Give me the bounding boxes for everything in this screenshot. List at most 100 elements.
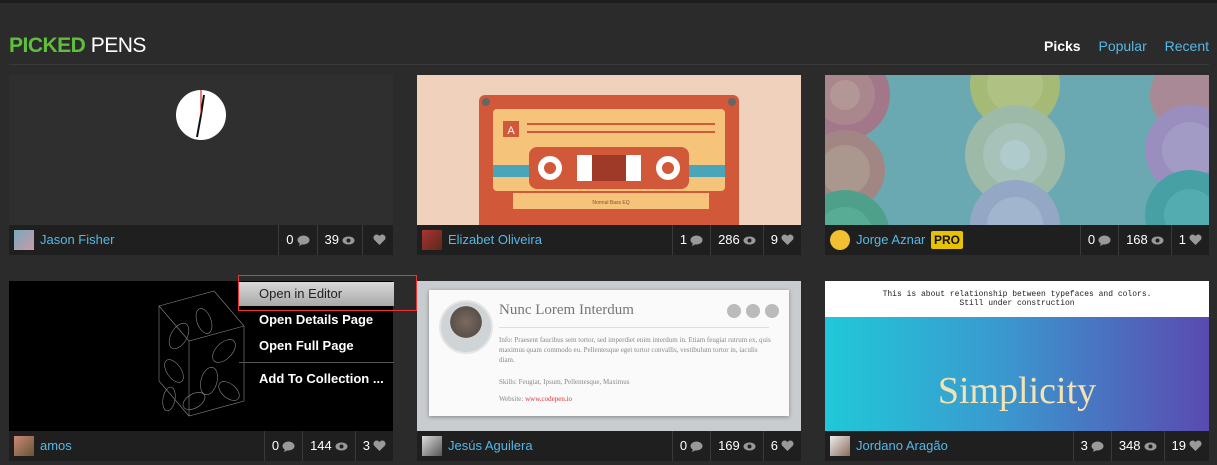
comments-value: 0 [1087, 232, 1096, 247]
preview-note: This is about relationship between typef… [825, 290, 1209, 308]
author-link[interactable]: Jesús Aguilera [448, 431, 533, 461]
avatar[interactable] [422, 436, 442, 456]
views-value: 168 [1126, 232, 1148, 247]
pen-stats: 3 348 19 [1072, 431, 1209, 461]
pen-stats: 0 39 [278, 225, 393, 255]
pen-card: Nunc Lorem Interdum Info: Praesent fauci… [417, 281, 801, 461]
pen-stats: 0 169 6 [671, 431, 801, 461]
heart-icon [1189, 234, 1202, 245]
avatar[interactable] [14, 230, 34, 250]
profile-website: Website: www.codepen.io [499, 395, 572, 403]
menu-open-full-page[interactable]: Open Full Page [239, 334, 394, 358]
views-count[interactable]: 144 [302, 431, 355, 461]
heart-icon [781, 234, 794, 245]
comment-icon [1098, 235, 1111, 246]
facebook-icon[interactable] [765, 304, 779, 318]
views-value: 39 [324, 232, 339, 247]
tab-popular[interactable]: Popular [1098, 38, 1146, 54]
heart-button[interactable]: 9 [762, 225, 801, 255]
comments-count[interactable]: 3 [1072, 431, 1111, 461]
clock-preview [176, 90, 226, 140]
views-count[interactable]: 39 [316, 225, 362, 255]
comments-value: 3 [1080, 438, 1088, 453]
heart-button[interactable]: 19 [1163, 431, 1209, 461]
website-link[interactable]: www.codepen.io [525, 395, 572, 403]
heart-icon [1189, 440, 1202, 451]
pen-preview[interactable]: A Normal Bass EQ [417, 75, 801, 225]
profile-photo [439, 300, 493, 354]
profile-divider [499, 327, 769, 328]
views-value: 169 [718, 438, 740, 453]
header-divider [9, 64, 1209, 65]
views-count[interactable]: 168 [1118, 225, 1171, 255]
heart-button[interactable]: 1 [1170, 225, 1209, 255]
pen-stats: 0 168 1 [1079, 225, 1209, 255]
comments-count[interactable]: 0 [278, 225, 316, 255]
views-value: 286 [718, 232, 740, 247]
author-link[interactable]: Jason Fisher [40, 225, 114, 255]
youtube-icon[interactable] [727, 304, 741, 318]
context-menu: Open in Editor Open Details Page Open Fu… [239, 275, 394, 386]
tab-recent[interactable]: Recent [1165, 38, 1209, 54]
title-bold: PICKED [9, 34, 86, 57]
heart-button[interactable]: 6 [762, 431, 801, 461]
author-link[interactable]: Elizabet Oliveira [448, 225, 542, 255]
profile-skills: Skills: Feugiat, Ipsum, Pellentesque, Ma… [499, 378, 630, 386]
eye-icon [1144, 442, 1157, 450]
views-value: 348 [1118, 438, 1141, 453]
heart-icon [373, 234, 386, 245]
heart-button[interactable]: 3 [354, 431, 393, 461]
pro-badge: PRO [931, 231, 964, 249]
hearts-value: 19 [1171, 438, 1186, 453]
avatar[interactable] [830, 436, 850, 456]
views-count[interactable]: 348 [1110, 431, 1164, 461]
author-link[interactable]: amos [40, 431, 72, 461]
avatar[interactable] [14, 436, 34, 456]
pen-card: Jorge Aznar PRO 0 168 1 [825, 75, 1209, 255]
pen-preview[interactable] [825, 75, 1209, 225]
comments-count[interactable]: 1 [671, 225, 710, 255]
pen-meta: Jesús Aguilera 0 169 6 [417, 431, 801, 461]
avatar[interactable] [830, 230, 850, 250]
profile-info: Info: Praesent faucibus sem tortor, sed … [499, 336, 771, 364]
menu-open-details-page[interactable]: Open Details Page [239, 308, 394, 332]
note-line-1: This is about relationship between typef… [882, 290, 1152, 299]
comments-count[interactable]: 0 [1079, 225, 1118, 255]
pen-card: Jason Fisher 0 39 [9, 75, 393, 255]
comments-count[interactable]: 0 [671, 431, 710, 461]
note-line-2: Still under construction [959, 299, 1075, 308]
pen-preview[interactable] [9, 75, 393, 225]
pen-meta: Jordano Aragão 3 348 19 [825, 431, 1209, 461]
pen-card: This is about relationship between typef… [825, 281, 1209, 461]
pen-preview[interactable]: Nunc Lorem Interdum Info: Praesent fauci… [417, 281, 801, 431]
comments-value: 0 [271, 438, 280, 453]
eye-icon [342, 236, 355, 244]
hearts-value: 3 [362, 438, 370, 453]
page-title: PICKED PENS [9, 33, 146, 59]
comment-icon [690, 235, 703, 246]
menu-add-to-collection[interactable]: Add To Collection ... [239, 367, 394, 391]
tab-picks[interactable]: Picks [1044, 38, 1081, 54]
author-link[interactable]: Jorge Aznar [856, 225, 925, 255]
comments-value: 1 [679, 232, 688, 247]
menu-open-in-editor[interactable]: Open in Editor [239, 282, 394, 306]
avatar[interactable] [422, 230, 442, 250]
pen-preview[interactable]: This is about relationship between typef… [825, 281, 1209, 431]
hearts-value: 9 [770, 232, 778, 247]
author-link[interactable]: Jordano Aragão [856, 431, 948, 461]
gradient-banner: Simplicity [825, 317, 1209, 431]
twitter-icon[interactable] [746, 304, 760, 318]
heart-icon [781, 440, 794, 451]
views-count[interactable]: 169 [710, 431, 763, 461]
title-light: PENS [90, 34, 147, 57]
profile-title: Nunc Lorem Interdum [499, 302, 634, 318]
pen-stats: 0 144 3 [263, 431, 393, 461]
views-count[interactable]: 286 [710, 225, 763, 255]
eye-icon [335, 442, 348, 450]
filter-nav: Picks Popular Recent [1030, 36, 1209, 56]
cassette-preview: A Normal Bass EQ [479, 95, 739, 225]
pen-meta: Jorge Aznar PRO 0 168 1 [825, 225, 1209, 255]
heart-button[interactable] [362, 225, 393, 255]
comment-icon [297, 235, 310, 246]
comments-count[interactable]: 0 [263, 431, 302, 461]
